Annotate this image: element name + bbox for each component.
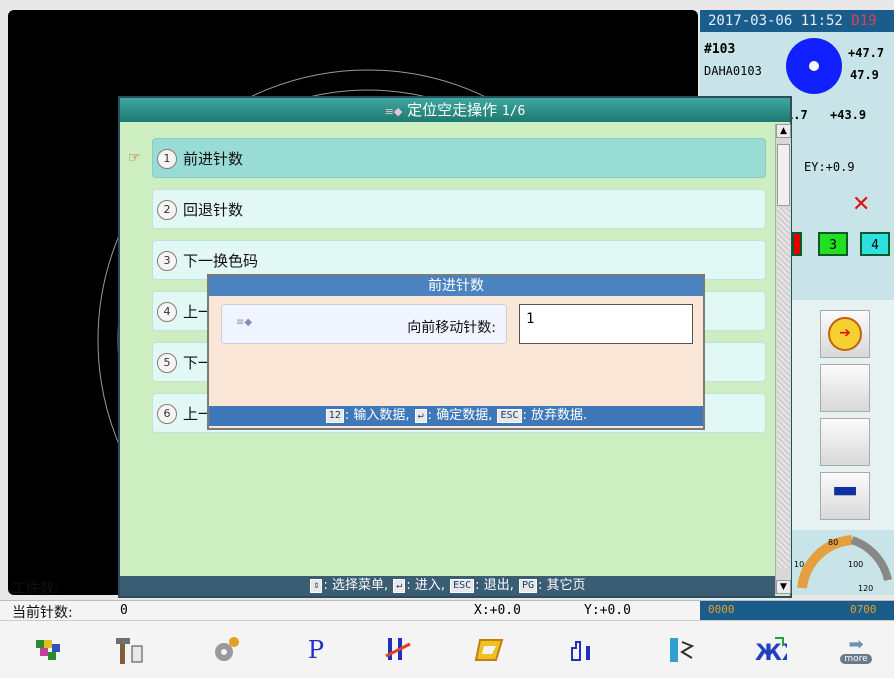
gauge-tick-120: 120 <box>858 584 874 593</box>
number-3-icon: 3 <box>157 251 177 271</box>
side-button-blank-1[interactable] <box>820 364 870 412</box>
hand-manual-icon <box>571 641 590 661</box>
color-slot-red[interactable] <box>792 232 802 256</box>
embroider-button[interactable]: ЖЖ <box>740 625 800 675</box>
more-button[interactable]: ➡ more <box>826 625 886 675</box>
datetime-text: 2017-03-06 11:52 <box>708 13 843 29</box>
status-esc-text: 退出, <box>483 578 514 593</box>
scroll-up-arrow-icon[interactable]: ▲ <box>776 124 791 138</box>
number-2-icon: 2 <box>157 200 177 220</box>
embroider-icon: ЖЖ <box>755 637 787 666</box>
design-preview-icon <box>786 38 842 94</box>
status-enter-text: 进入, <box>414 578 445 593</box>
status-confirm-text: 确定数据, <box>436 408 493 423</box>
number-1-icon: 1 <box>157 149 177 169</box>
enter-key-icon: ↵ <box>414 409 427 423</box>
pattern-icon <box>36 640 60 660</box>
dialog-scrollbar[interactable]: ▲ ▼ <box>775 124 791 594</box>
measure-right: +43.9 <box>830 108 867 122</box>
tools-icon <box>116 638 143 664</box>
menu-item-label: 回退针数 <box>183 201 244 219</box>
status-other-text: 其它页 <box>546 578 586 593</box>
menu-item-forward-stitches[interactable]: 1 前进针数 <box>152 138 766 178</box>
dialog-title-bar: ≡◆ 定位空走操作 1/6 <box>120 98 790 122</box>
info-bar: 当前针数: 0 X:+0.0 Y:+0.0 0000 0700 <box>0 600 894 621</box>
stitch-adjust-icon <box>670 638 695 662</box>
start-button[interactable]: ➔ <box>820 310 870 358</box>
gauge-tick-10: 10 <box>794 560 805 569</box>
number-5-icon: 5 <box>157 353 177 373</box>
scroll-thumb[interactable] <box>777 144 790 206</box>
settings-button[interactable] <box>196 625 256 675</box>
bottom-toolbar: P ЖЖ ➡ more <box>0 620 894 678</box>
design-number: #103 <box>704 42 736 57</box>
more-label: more <box>840 654 872 664</box>
gauge-tick-80: 80 <box>828 538 839 547</box>
measure-bottom: 47.9 <box>850 68 879 82</box>
esc-key-icon: ESC <box>497 409 522 423</box>
left-readout: 0000 <box>708 603 735 616</box>
close-icon[interactable]: ✕ <box>852 192 870 217</box>
subdialog-title: 前进针数 <box>209 276 703 296</box>
dialog-title: 定位空走操作 <box>407 101 498 119</box>
title-diamond-icon: ≡◆ <box>384 105 403 118</box>
datetime-code: D19 <box>851 13 877 29</box>
dialog-status-bar: ⇕: 选择菜单, ↵: 进入, ESC: 退出, PG: 其它页 <box>120 576 775 596</box>
start-arrow-icon: ➔ <box>828 317 862 351</box>
enter-key-icon: ↵ <box>393 579 406 593</box>
stitch-count-input[interactable]: 1 <box>519 304 693 344</box>
gear-icon <box>215 637 239 661</box>
pattern-button[interactable] <box>18 625 78 675</box>
scroll-track[interactable] <box>777 208 790 568</box>
current-stitch-label: 当前针数: <box>12 605 73 621</box>
row-diamond-icon: ≡◆ <box>236 317 253 328</box>
scroll-down-arrow-icon[interactable]: ▼ <box>776 580 791 594</box>
numeric-key-icon: 12 <box>325 409 344 423</box>
stitch-count-row: ≡◆ 向前移动针数: <box>221 304 507 344</box>
ey-offset: EY:+0.9 <box>804 160 855 174</box>
datetime-bar: 2017-03-06 11:52 D19 <box>700 10 894 32</box>
menu-item-label: 下一换色码 <box>183 252 259 270</box>
y-coordinate: Y:+0.0 <box>584 603 631 618</box>
split-pattern-icon: ▀▀ <box>834 488 856 504</box>
status-input-text: 输入数据, <box>353 408 410 423</box>
measure-top: +47.7 <box>848 46 885 60</box>
x-coordinate: X:+0.0 <box>474 603 521 618</box>
gauge-tick-100: 100 <box>848 560 864 569</box>
esc-key-icon: ESC <box>450 579 475 593</box>
color-slot-3[interactable]: 3 <box>818 232 848 256</box>
color-slot-4[interactable]: 4 <box>860 232 890 256</box>
forward-stitches-dialog: 前进针数 ≡◆ 向前移动针数: 1 12: 输入数据, ↵: 确定数据, ESC… <box>207 274 705 430</box>
frame-button[interactable] <box>460 625 520 675</box>
needle-button[interactable] <box>368 625 428 675</box>
dialog-page: 1/6 <box>501 104 526 119</box>
manual-button[interactable] <box>552 625 612 675</box>
subdialog-status-bar: 12: 输入数据, ↵: 确定数据, ESC: 放弃数据. <box>209 406 703 426</box>
design-name: DAHA0103 <box>704 64 762 78</box>
parameter-button[interactable]: P <box>286 625 346 675</box>
stitch-count-label: 向前移动针数: <box>407 320 496 336</box>
menu-item-backward-stitches[interactable]: 2 回退针数 <box>152 189 766 229</box>
readout-bar: 0000 0700 <box>700 601 894 621</box>
tools-button[interactable] <box>100 625 160 675</box>
workpiece-count-label: 工件数: <box>12 581 59 597</box>
status-select-text: 选择菜单, <box>332 578 389 593</box>
page-key-icon: PG <box>518 579 538 593</box>
parameter-p-icon: P <box>307 636 325 664</box>
menu-item-label: 前进针数 <box>183 150 244 168</box>
more-arrow-icon: ➡ <box>848 634 864 655</box>
frame-icon <box>474 639 504 661</box>
number-6-icon: 6 <box>157 404 177 424</box>
current-stitch-value: 0 <box>120 603 128 618</box>
needle-icon <box>385 638 411 660</box>
stitch-adjust-button[interactable] <box>652 625 712 675</box>
split-pattern-button[interactable]: ▀▀ <box>820 472 870 520</box>
number-4-icon: 4 <box>157 302 177 322</box>
speed-gauge: 80 100 120 10 <box>792 530 894 595</box>
side-button-blank-2[interactable] <box>820 418 870 466</box>
updown-key-icon: ⇕ <box>310 579 323 593</box>
right-readout: 0700 <box>850 603 877 616</box>
status-cancel-text: 放弃数据. <box>531 408 588 423</box>
pointer-hand-icon: ☞ <box>128 150 141 166</box>
